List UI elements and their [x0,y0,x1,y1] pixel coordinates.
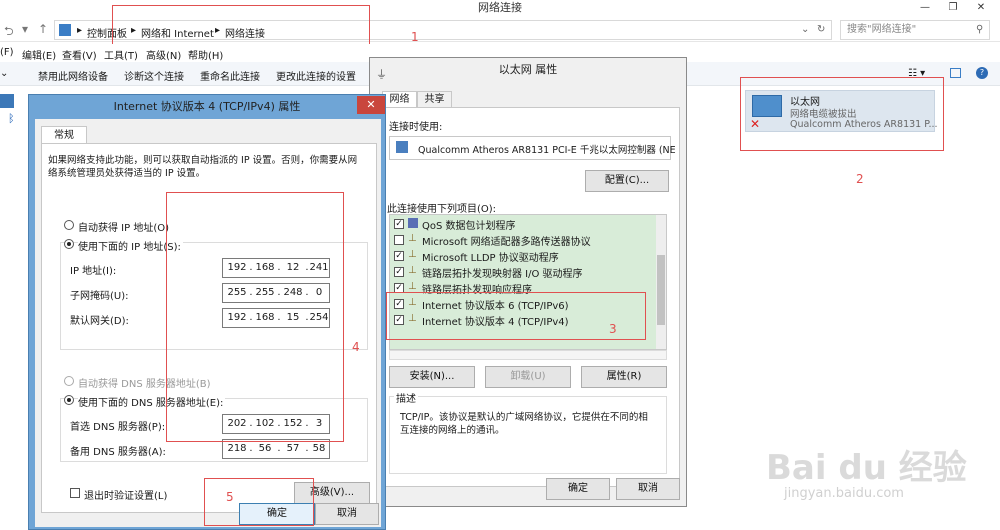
cancel-button[interactable]: 取消 [616,478,680,500]
dialog-titlebar: ⏚ 以太网 属性 [370,58,686,82]
annotation-number-4: 4 [352,340,360,354]
ip-octet[interactable]: 56 [253,443,277,454]
search-input[interactable]: 搜索"网络连接" [840,20,990,40]
forward-arrow-icon[interactable]: ▾ [22,22,28,36]
close-button[interactable]: ✕ [972,1,990,15]
organize-chevron-icon[interactable]: ⌄ [0,68,8,79]
preview-pane-icon[interactable] [950,68,961,78]
ip-octet[interactable]: 57 [281,443,305,454]
annotation-number-3: 3 [609,322,617,336]
refresh-icon[interactable]: ↻ [817,24,825,35]
tab-general[interactable]: 常规 [41,126,87,144]
auto-ip-radio[interactable] [64,220,74,230]
dropdown-chevron-icon[interactable]: ⌄ [801,24,809,35]
network-icon: ⏚ [376,68,387,81]
adapter-field: Qualcomm Atheros AR8131 PCI-E 千兆以太网控制器 (… [389,136,676,160]
alternate-dns-input[interactable]: 218. 56. 57. 58 [222,439,330,459]
auto-dns-radio [64,376,74,386]
qos-icon [408,218,418,228]
restore-button[interactable]: ❐ [944,1,962,15]
help-icon[interactable]: ? [976,67,988,79]
menu-edit[interactable]: 编辑(E) [22,47,56,62]
watermark-url: jingyan.baidu.com [784,486,904,501]
window-title: 网络连接 [478,1,522,14]
ethernet-properties-dialog: ⏚ 以太网 属性 网络 共享 连接时使用: Qualcomm Atheros A… [369,57,687,507]
dialog-title: 以太网 属性 [498,63,558,76]
menu-advanced[interactable]: 高级(N) [146,47,181,62]
auto-ip-label[interactable]: 自动获得 IP 地址(O) [78,219,169,234]
annotation-number-2: 2 [856,172,864,186]
cancel-button[interactable]: 取消 [315,503,379,525]
disable-device-button[interactable]: 禁用此网络设备 [38,68,108,83]
uninstall-button: 卸载(U) [485,366,571,388]
dialog-title: Internet 协议版本 4 (TCP/IPv4) 属性 [113,100,301,113]
bluetooth-icon: ᛒ [8,112,15,125]
protocol-icon: ⊥ [408,265,417,276]
annotation-box-5 [204,478,314,526]
diagnose-button[interactable]: 诊断这个连接 [124,68,184,83]
ip-address-label: IP 地址(I): [70,266,117,277]
annotation-box-4 [166,192,344,442]
search-icon[interactable]: ⚲ [976,24,983,35]
close-button[interactable]: ✕ [357,96,385,114]
item-checkbox[interactable] [394,235,404,245]
ip-octet[interactable]: 58 [307,443,331,454]
scrollbar-thumb[interactable] [657,255,665,325]
items-label: 此连接使用下列项目(O): [387,204,497,215]
alternate-dns-label: 备用 DNS 服务器(A): [70,447,166,458]
ok-button[interactable]: 确定 [546,478,610,500]
change-settings-button[interactable]: 更改此连接的设置 [276,68,356,83]
control-panel-icon [59,24,71,36]
connect-using-label: 连接时使用: [389,122,443,133]
annotation-number-5: 5 [226,490,234,504]
description-group: 描述 TCP/IP。该协议是默认的广域网络协议，它提供在不同的相互连接的网络上的… [389,390,667,474]
tab-network[interactable]: 网络 [382,91,417,107]
menu-file[interactable]: (F) [0,47,14,58]
menu-tools[interactable]: 工具(T) [104,47,138,62]
item-label: Microsoft 网络适配器多路传送器协议 [422,237,591,248]
protocol-icon: ⊥ [408,281,417,292]
install-button[interactable]: 安装(N)... [389,366,475,388]
annotation-box-3 [386,292,646,340]
item-checkbox[interactable]: ✓ [394,251,404,261]
description-text: TCP/IP。该协议是默认的广域网络协议，它提供在不同的相互连接的网络上的通讯。 [400,412,648,436]
tab-sharing[interactable]: 共享 [417,91,452,107]
properties-button[interactable]: 属性(R) [581,366,667,388]
adapter-field-text: Qualcomm Atheros AR8131 PCI-E 千兆以太网控制器 (… [418,145,676,156]
adapter-icon [396,141,408,153]
dialog-titlebar: Internet 协议版本 4 (TCP/IPv4) 属性 [29,95,385,119]
preferred-dns-label: 首选 DNS 服务器(P): [70,422,166,433]
menu-help[interactable]: 帮助(H) [188,47,223,62]
description-label: 描述 [394,390,418,405]
item-checkbox[interactable]: ✓ [394,219,404,229]
list-scrollbar[interactable] [656,215,666,349]
annotation-box-1 [112,5,370,45]
protocol-icon: ⊥ [408,233,417,244]
back-button[interactable]: ⮌ [4,22,14,43]
baidu-watermark: Bai du 经验 [766,448,967,488]
manual-ip-radio[interactable] [64,239,74,249]
configure-button[interactable]: 配置(C)... [585,170,669,192]
item-label: Microsoft LLDP 协议驱动程序 [422,253,559,264]
up-button[interactable]: ↑ [38,22,48,36]
breadcrumb-arrow-icon: ▸ [77,25,83,36]
intro-text: 如果网络支持此功能，则可以获取自动指派的 IP 设置。否则，你需要从网络系统管理… [48,155,358,179]
annotation-number-1: 1 [411,30,419,44]
annotation-box-2 [740,77,944,151]
item-checkbox[interactable]: ✓ [394,267,404,277]
validate-checkbox[interactable] [70,488,80,498]
manual-dns-radio[interactable] [64,395,74,405]
item-label: 链路层拓扑发现映射器 I/O 驱动程序 [422,269,583,280]
menu-view[interactable]: 查看(V) [62,47,97,62]
subnet-mask-label: 子网掩码(U): [70,291,129,302]
horizontal-scrollbar[interactable] [389,350,667,360]
bluetooth-adapter-icon[interactable] [0,94,14,108]
rename-button[interactable]: 重命名此连接 [200,68,260,83]
gateway-label: 默认网关(D): [70,316,129,327]
item-label: QoS 数据包计划程序 [422,221,516,232]
validate-label[interactable]: 退出时验证设置(L) [84,487,167,502]
protocol-icon: ⊥ [408,249,417,260]
ip-octet[interactable]: 218 [225,443,249,454]
minimize-button[interactable]: — [916,1,934,15]
